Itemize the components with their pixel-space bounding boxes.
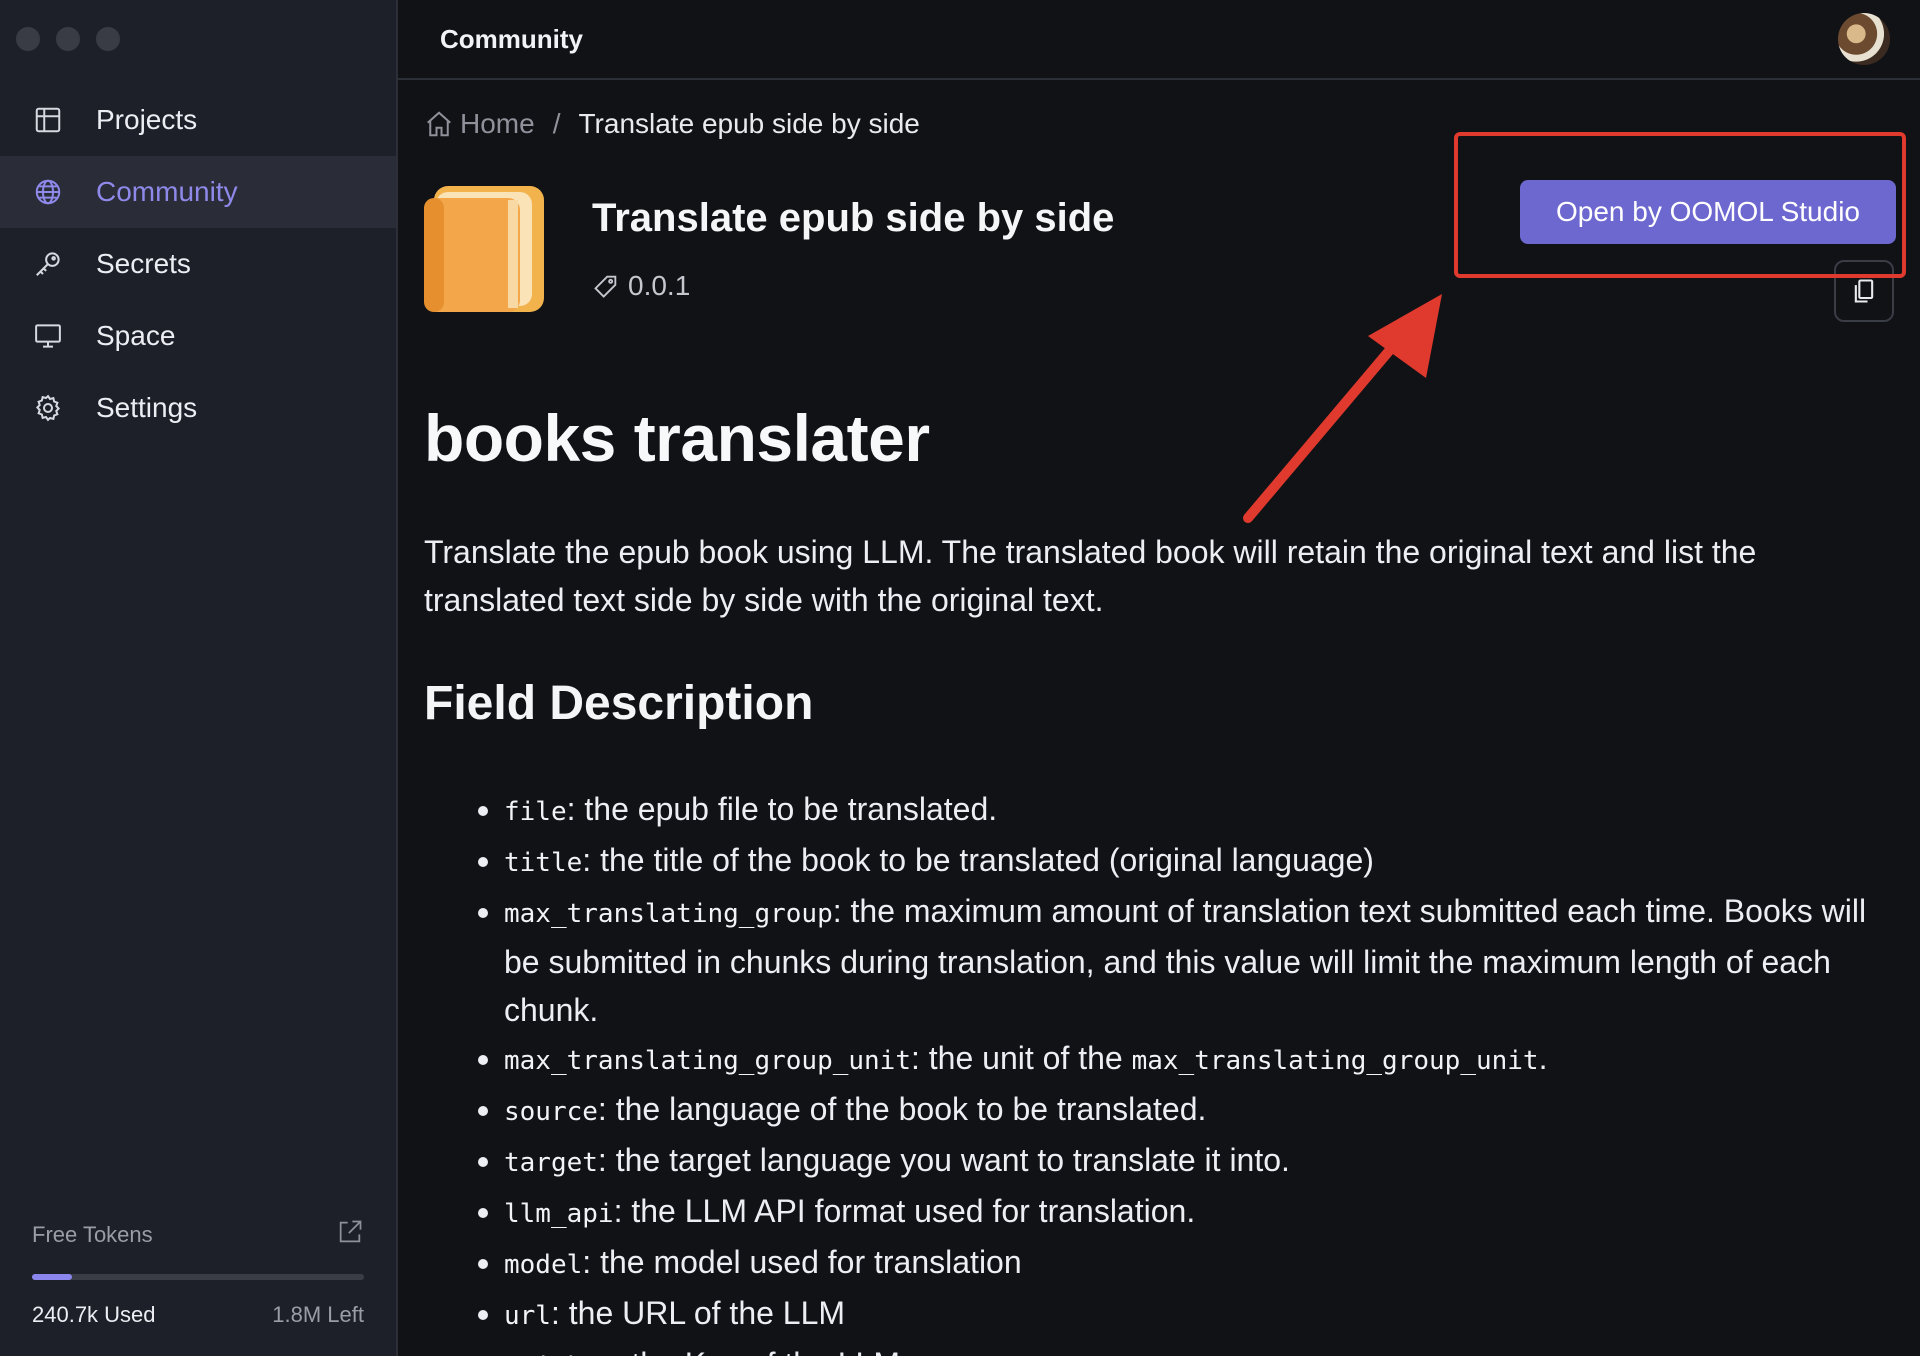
tokens-left: 1.8M Left — [272, 1302, 364, 1327]
key-icon — [32, 248, 64, 280]
tag-icon — [594, 275, 617, 298]
field-code: model — [504, 1250, 583, 1280]
package-title: Translate epub side by side — [592, 196, 1115, 240]
window-controls — [16, 27, 120, 51]
page-title: Community — [440, 23, 583, 54]
breadcrumb: Home / Translate epub side by side — [424, 108, 920, 140]
open-in-studio-button[interactable]: Open by OOMOL Studio — [1520, 180, 1896, 244]
field-code: max_translating_group — [504, 899, 833, 929]
field-text: : the LLM API format used for translatio… — [613, 1193, 1196, 1229]
list-item: title: the title of the book to be trans… — [504, 836, 1892, 887]
field-code: file — [504, 797, 567, 827]
list-item: file: the epub file to be translated. — [504, 785, 1892, 836]
breadcrumb-home[interactable]: Home — [460, 108, 535, 140]
sidebar-item-settings[interactable]: Settings — [0, 372, 396, 444]
book-icon — [424, 186, 544, 312]
sidebar-item-label: Space — [96, 320, 176, 351]
grid-icon — [32, 104, 64, 136]
sidebar-nav: Projects Community Secrets Space Setting… — [0, 84, 396, 444]
field-code-inline: max_translating_group_unit — [1131, 1046, 1539, 1076]
gear-icon — [32, 392, 64, 424]
field-text: : the epub file to be translated. — [566, 791, 998, 827]
field-list: file: the epub file to be translated. ti… — [424, 785, 1892, 1356]
copy-button[interactable] — [1834, 260, 1894, 322]
field-text: : the Key of the LLM — [614, 1346, 900, 1356]
sidebar-item-label: Secrets — [96, 248, 191, 279]
copy-icon — [1854, 279, 1874, 303]
field-code: target — [504, 1148, 598, 1178]
field-code: llm_api — [504, 1199, 614, 1229]
app-window: Projects Community Secrets Space Setting… — [0, 0, 1920, 1356]
list-item: model: the model used for translation — [504, 1238, 1892, 1289]
breadcrumb-separator: / — [552, 108, 561, 139]
minimize-window-button[interactable] — [56, 27, 80, 51]
sidebar: Projects Community Secrets Space Setting… — [0, 0, 398, 1356]
globe-icon — [32, 176, 64, 208]
sidebar-item-secrets[interactable]: Secrets — [0, 228, 396, 300]
field-text: : the title of the book to be translated… — [582, 842, 1374, 878]
field-code: url — [504, 1301, 551, 1331]
list-item: max_translating_group: the maximum amoun… — [504, 887, 1892, 1034]
tokens-title: Free Tokens — [32, 1222, 153, 1247]
avatar[interactable] — [1838, 13, 1890, 65]
field-text: : the target language you want to transl… — [597, 1142, 1290, 1178]
tokens-progress-fill — [32, 1274, 72, 1280]
sidebar-item-label: Settings — [96, 392, 198, 423]
field-code: api_key — [504, 1352, 614, 1356]
list-item: url: the URL of the LLM — [504, 1289, 1892, 1340]
top-bar: Community — [398, 0, 1920, 80]
main-content: Home / Translate epub side by side Trans… — [398, 80, 1920, 1356]
field-code: title — [504, 848, 583, 878]
field-text: : the URL of the LLM — [550, 1295, 846, 1331]
external-link-icon[interactable] — [336, 1218, 364, 1252]
monitor-icon — [32, 320, 64, 352]
home-icon — [427, 111, 451, 137]
sidebar-item-community[interactable]: Community — [0, 156, 396, 228]
field-code: max_translating_group_unit — [504, 1046, 911, 1076]
free-tokens-panel: Free Tokens 240.7k Used 1.8M Left — [32, 1218, 364, 1328]
field-code: source — [504, 1097, 598, 1127]
breadcrumb-current: Translate epub side by side — [578, 108, 920, 139]
list-item: api_key: the Key of the LLM — [504, 1340, 1892, 1356]
list-item: source: the language of the book to be t… — [504, 1085, 1892, 1136]
readme-title: books translater — [424, 401, 930, 475]
package-version: 0.0.1 — [592, 270, 690, 302]
readme-description: Translate the epub book using LLM. The t… — [424, 534, 1757, 618]
list-item: target: the target language you want to … — [504, 1136, 1892, 1187]
list-item: max_translating_group_unit: the unit of … — [504, 1034, 1892, 1085]
sidebar-item-space[interactable]: Space — [0, 300, 396, 372]
close-window-button[interactable] — [16, 27, 40, 51]
sidebar-item-label: Community — [96, 176, 238, 207]
sidebar-item-label: Projects — [96, 104, 198, 135]
field-text-end: . — [1538, 1040, 1548, 1076]
field-text: : the language of the book to be transla… — [597, 1091, 1207, 1127]
field-text: : the model used for translation — [582, 1244, 1022, 1280]
version-label: 0.0.1 — [628, 270, 691, 301]
field-description-heading: Field Description — [424, 677, 814, 730]
tokens-used: 240.7k Used — [32, 1302, 156, 1327]
list-item: llm_api: the LLM API format used for tra… — [504, 1187, 1892, 1238]
field-text: : the unit of the — [911, 1040, 1132, 1076]
sidebar-item-projects[interactable]: Projects — [0, 84, 396, 156]
readme: books translater Translate the epub book… — [424, 400, 1892, 1356]
maximize-window-button[interactable] — [96, 27, 120, 51]
tokens-progress-bar — [32, 1274, 364, 1280]
